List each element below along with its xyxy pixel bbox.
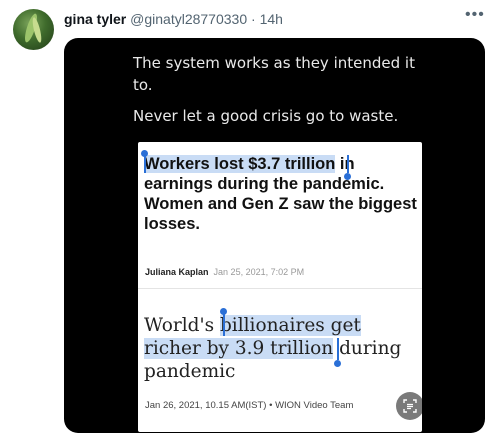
article2-meta: Jan 26, 2021, 10.15 AM(IST) • WION Video… <box>145 400 354 411</box>
tweet-header: gina tyler @ginatyl28770330 · 14h <box>64 11 283 27</box>
separator-dot: · <box>251 11 256 27</box>
article1-author: Juliana Kaplan <box>145 267 209 277</box>
tweet-time[interactable]: 14h <box>260 11 283 27</box>
article2-headline: World's billionaires get richer by 3.9 t… <box>144 314 420 383</box>
article1-headline: Workers lost $3.7 trillion in earnings d… <box>144 154 419 234</box>
selection-handle-end <box>344 173 351 180</box>
selection-caret-start <box>223 314 225 336</box>
screenshot-card: Workers lost $3.7 trillion in earnings d… <box>138 142 422 432</box>
selection-handle-end <box>334 360 341 367</box>
google-lens-glyph <box>403 399 417 413</box>
article2-headline-before: World's <box>144 315 220 336</box>
selection-caret-start <box>144 155 146 173</box>
article1-headline-selected: Workers lost $3.7 trillion <box>144 155 336 173</box>
author-name[interactable]: gina tyler <box>64 11 126 27</box>
article1-byline: Juliana Kaplan Jan 25, 2021, 7:02 PM <box>145 267 304 277</box>
article1-date: Jan 25, 2021, 7:02 PM <box>213 267 305 277</box>
divider <box>138 288 422 289</box>
avatar[interactable] <box>13 9 54 50</box>
image-caption-line-2: Never let a good crisis go to waste. <box>133 107 399 125</box>
tweet-media-image[interactable]: The system works as they intended it to.… <box>64 38 485 433</box>
author-handle[interactable]: @ginatyl28770330 <box>130 11 247 27</box>
image-caption-line-1: The system works as they intended it to. <box>133 54 415 94</box>
tweet[interactable]: gina tyler @ginatyl28770330 · 14h ••• Th… <box>0 0 500 444</box>
selection-caret-end <box>337 338 339 360</box>
google-lens-icon <box>396 392 422 420</box>
more-horizontal-icon[interactable]: ••• <box>465 6 485 24</box>
selection-caret-end <box>347 155 349 173</box>
